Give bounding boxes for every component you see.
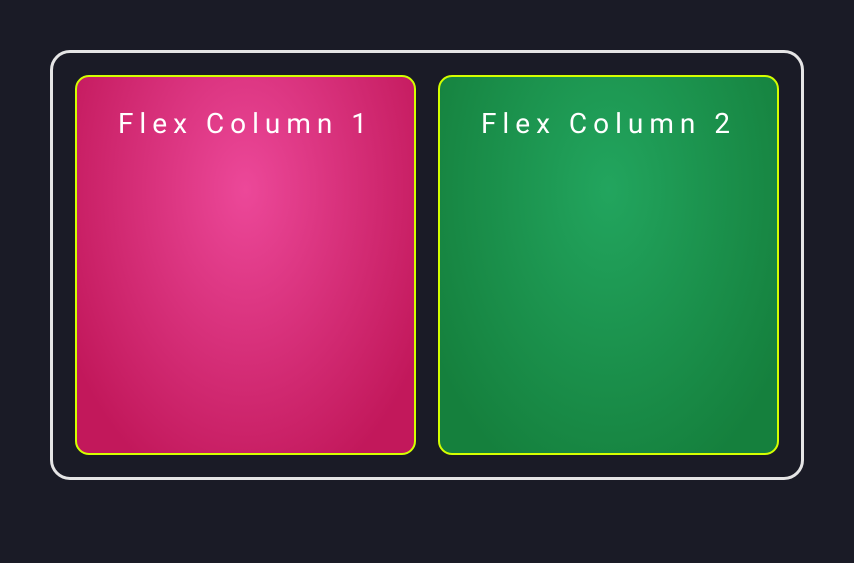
column-1-label: Flex Column 1 — [97, 107, 394, 140]
flex-column-1: Flex Column 1 — [75, 75, 416, 455]
column-2-label: Flex Column 2 — [460, 107, 757, 140]
flex-container: Flex Column 1 Flex Column 2 — [50, 50, 804, 480]
flex-column-2: Flex Column 2 — [438, 75, 779, 455]
